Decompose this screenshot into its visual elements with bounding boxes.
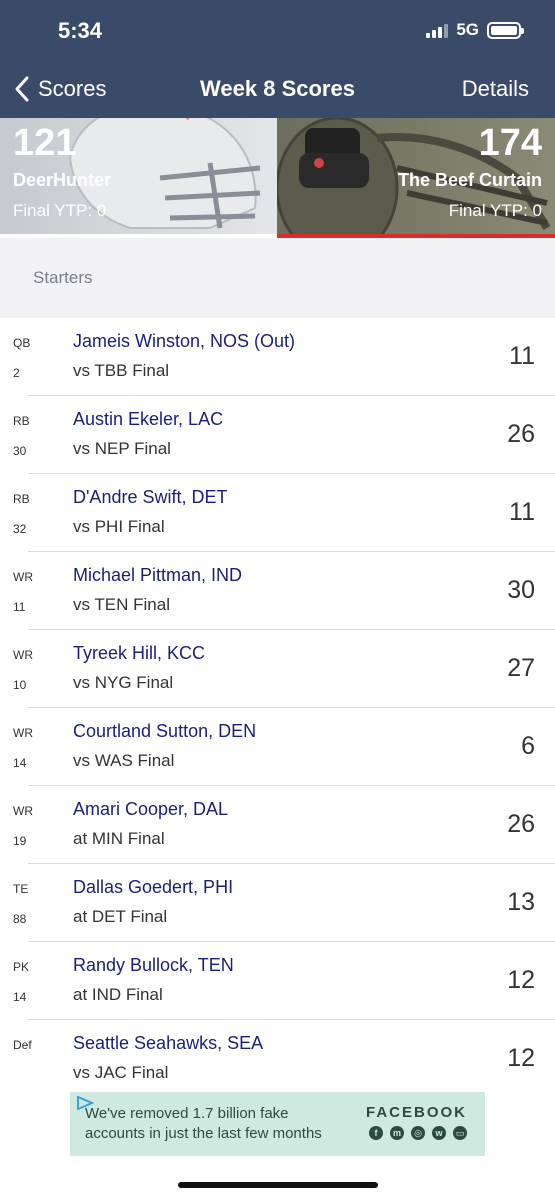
ad-app-icons: f m ◎ w ▭ <box>369 1126 467 1140</box>
player-position: RB <box>13 414 30 428</box>
player-points: 11 <box>509 498 535 526</box>
player-points: 12 <box>507 966 535 994</box>
player-position: TE <box>13 882 29 896</box>
player-position: RB <box>13 492 30 506</box>
player-matchup: vs PHI Final <box>73 517 165 536</box>
ad-text-line2: accounts in just the last few months <box>85 1125 322 1142</box>
section-title: Starters <box>33 268 93 287</box>
player-number: 30 <box>13 444 27 458</box>
player-matchup: at IND Final <box>73 985 163 1004</box>
home-indicator[interactable] <box>178 1182 378 1188</box>
player-points: 13 <box>507 888 535 916</box>
ad-text: We've removed 1.7 billion fake accounts … <box>85 1104 322 1144</box>
facebook-icon: f <box>369 1126 383 1140</box>
player-name-link[interactable]: Michael Pittman, IND <box>73 565 242 586</box>
team-ytp: Final YTP: 0 <box>448 201 542 220</box>
player-points: 26 <box>507 420 535 448</box>
instagram-icon: ◎ <box>411 1126 425 1140</box>
player-name-link[interactable]: Courtland Sutton, DEN <box>73 721 256 742</box>
player-name-link[interactable]: Austin Ekeler, LAC <box>73 409 223 430</box>
player-matchup: vs NEP Final <box>73 439 171 458</box>
player-name-link[interactable]: Amari Cooper, DAL <box>73 799 228 820</box>
details-button[interactable]: Details <box>462 76 529 102</box>
player-number: 88 <box>13 912 27 926</box>
player-matchup: vs NYG Final <box>73 673 174 692</box>
player-row[interactable]: WR 10 Tyreek Hill, KCC vs NYG Final 27 <box>13 630 555 708</box>
player-name-link[interactable]: Dallas Goedert, PHI <box>73 877 233 898</box>
player-points: 11 <box>509 342 535 370</box>
player-matchup: vs JAC Final <box>73 1063 169 1082</box>
team-name: DeerHunter <box>13 170 112 190</box>
ad-brand: FACEBOOK <box>365 1104 467 1121</box>
player-name-link[interactable]: D'Andre Swift, DET <box>73 487 227 508</box>
player-position: WR <box>13 570 33 584</box>
player-name-link[interactable]: Randy Bullock, TEN <box>73 955 234 976</box>
status-indicators: 5G <box>426 20 524 40</box>
player-row[interactable]: Def Seattle Seahawks, SEA vs JAC Final 1… <box>13 1020 555 1098</box>
player-number: 14 <box>13 990 27 1004</box>
player-matchup: vs TEN Final <box>73 595 170 614</box>
player-row[interactable]: WR 11 Michael Pittman, IND vs TEN Final … <box>13 552 555 630</box>
player-name-link[interactable]: Tyreek Hill, KCC <box>73 643 205 664</box>
team-card-away[interactable]: 174 The Beef Curtain Final YTP: 0 <box>277 118 555 238</box>
player-points: 12 <box>507 1044 535 1072</box>
player-number: 14 <box>13 756 27 770</box>
player-number: 32 <box>13 522 27 536</box>
player-row[interactable]: TE 88 Dallas Goedert, PHI at DET Final 1… <box>13 864 555 942</box>
player-position: QB <box>13 336 31 350</box>
messenger-icon: m <box>390 1126 404 1140</box>
player-number: 10 <box>13 678 27 692</box>
player-row[interactable]: RB 30 Austin Ekeler, LAC vs NEP Final 26 <box>13 396 555 474</box>
ad-text-line1: We've removed 1.7 billion fake <box>85 1105 289 1122</box>
player-row[interactable]: WR 19 Amari Cooper, DAL at MIN Final 26 <box>13 786 555 864</box>
score-banner: 121 DeerHunter Final YTP: 0 174 The Beef… <box>0 118 555 238</box>
player-points: 30 <box>507 576 535 604</box>
player-position: WR <box>13 726 33 740</box>
player-matchup: at DET Final <box>73 907 168 926</box>
starters-list: QB 2 Jameis Winston, NOS (Out) vs TBB Fi… <box>0 318 555 1098</box>
player-matchup: vs WAS Final <box>73 751 175 770</box>
player-number: 19 <box>13 834 27 848</box>
team-score: 121 <box>13 122 77 164</box>
player-position: Def <box>13 1038 32 1052</box>
player-points: 26 <box>507 810 535 838</box>
player-number: 11 <box>13 600 26 614</box>
portal-icon: ▭ <box>453 1126 467 1140</box>
player-number: 2 <box>13 366 20 380</box>
whatsapp-icon: w <box>432 1126 446 1140</box>
team-card-home[interactable]: 121 DeerHunter Final YTP: 0 <box>0 118 277 234</box>
player-position: WR <box>13 648 33 662</box>
player-matchup: at MIN Final <box>73 829 165 848</box>
player-row[interactable]: PK 14 Randy Bullock, TEN at IND Final 12 <box>13 942 555 1020</box>
player-row[interactable]: QB 2 Jameis Winston, NOS (Out) vs TBB Fi… <box>13 318 555 396</box>
network-label: 5G <box>456 20 479 39</box>
player-matchup: vs TBB Final <box>73 361 170 380</box>
app-header: 5:34 5G Scores Week 8 Scores Details <box>0 0 555 118</box>
team-name: The Beef Curtain <box>397 170 542 190</box>
team-ytp: Final YTP: 0 <box>13 201 107 220</box>
battery-icon <box>487 21 524 39</box>
player-position: WR <box>13 804 33 818</box>
signal-icon <box>426 22 449 38</box>
player-row[interactable]: WR 14 Courtland Sutton, DEN vs WAS Final… <box>13 708 555 786</box>
team-score: 174 <box>478 122 542 164</box>
ad-banner[interactable]: We've removed 1.7 billion fake accounts … <box>70 1092 485 1156</box>
status-time: 5:34 <box>58 18 103 43</box>
player-row[interactable]: RB 32 D'Andre Swift, DET vs PHI Final 11 <box>13 474 555 552</box>
starters-section-header: Starters <box>0 238 555 318</box>
player-name-link[interactable]: Seattle Seahawks, SEA <box>73 1033 263 1054</box>
player-points: 6 <box>521 732 535 760</box>
player-position: PK <box>13 960 30 974</box>
player-name-link[interactable]: Jameis Winston, NOS (Out) <box>73 331 295 352</box>
player-points: 27 <box>507 654 535 682</box>
